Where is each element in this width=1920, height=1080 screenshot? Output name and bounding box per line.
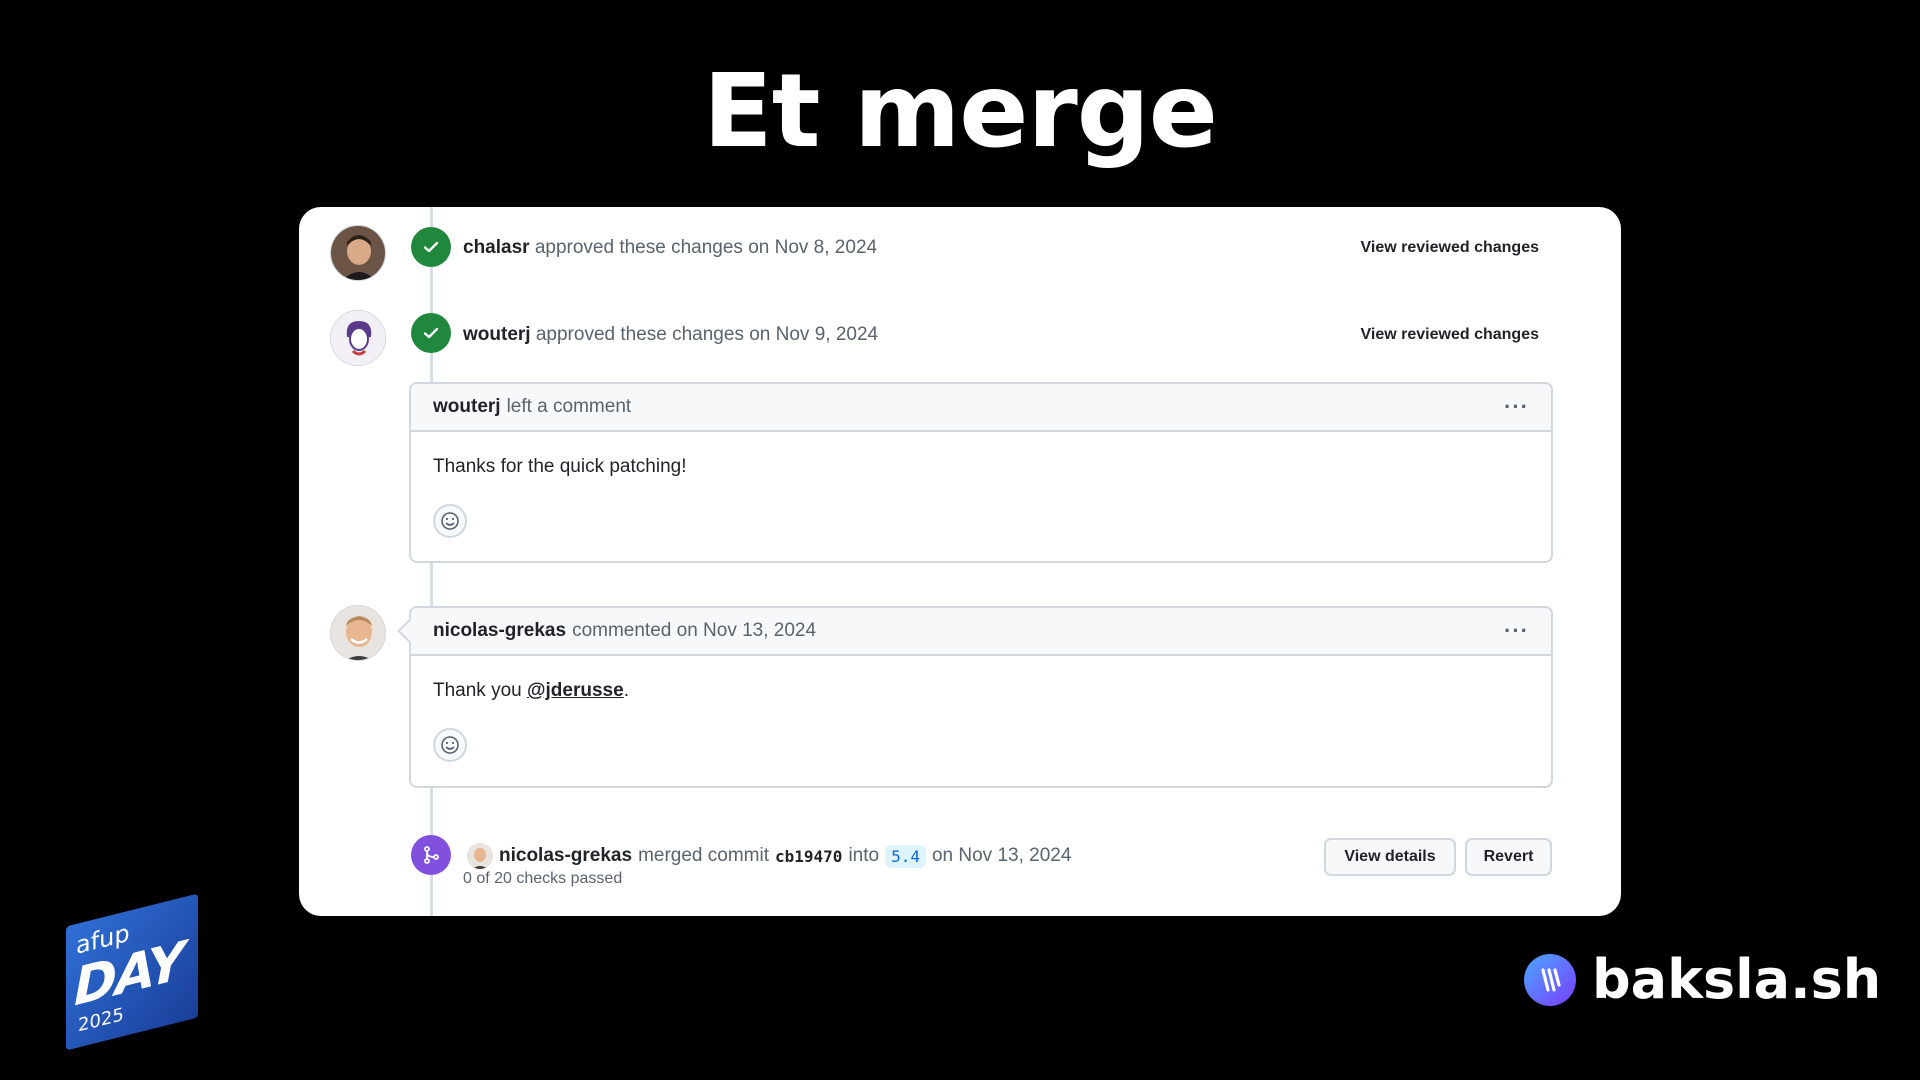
branch-label[interactable]: 5.4 <box>885 844 926 868</box>
review-comment: wouterj left a comment ··· Thanks for th… <box>409 382 1553 563</box>
slide-title: Et merge <box>703 52 1218 171</box>
event-action: approved these changes on Nov 9, 2024 <box>535 324 879 345</box>
comment-meta: commented on Nov 13, 2024 <box>572 620 817 641</box>
merge-user-link[interactable]: nicolas-grekas <box>499 845 632 867</box>
approved-check-icon <box>411 313 451 353</box>
more-options-icon[interactable]: ··· <box>1504 394 1529 420</box>
avatar-nicolas-grekas[interactable] <box>330 605 386 661</box>
avatar-small-nicolas-grekas[interactable] <box>467 843 493 869</box>
comment-author[interactable]: nicolas-grekas <box>433 620 566 642</box>
merge-date: on Nov 13, 2024 <box>931 845 1072 866</box>
pr-timeline-panel: chalasr approved these changes on Nov 8,… <box>299 207 1621 916</box>
avatar-chalasr[interactable] <box>330 225 386 281</box>
event-user-link[interactable]: chalasr <box>463 237 530 258</box>
merge-action: merged commit <box>638 845 769 866</box>
revert-button[interactable]: Revert <box>1465 838 1552 876</box>
baksla-logo: baksla.sh <box>1524 948 1881 1011</box>
commit-sha-link[interactable]: cb19470 <box>775 847 842 866</box>
more-options-icon[interactable]: ··· <box>1504 618 1529 644</box>
add-reaction-smiley-icon[interactable] <box>433 504 467 538</box>
comment-text: Thank you <box>433 680 527 701</box>
view-reviewed-changes-link[interactable]: View reviewed changes <box>1361 326 1539 344</box>
add-reaction-smiley-icon[interactable] <box>433 728 467 762</box>
avatar-wouterj[interactable] <box>330 310 386 366</box>
merge-event: nicolas-grekas merged commit cb19470 int… <box>467 843 1071 869</box>
approval-event: chalasr approved these changes on Nov 8,… <box>463 237 877 259</box>
comment-meta: left a comment <box>506 396 632 417</box>
baksla-text: baksla.sh <box>1592 948 1882 1011</box>
approval-event: wouterj approved these changes on Nov 9,… <box>463 324 878 346</box>
comment-text-end: . <box>623 680 629 701</box>
view-reviewed-changes-link[interactable]: View reviewed changes <box>1361 239 1539 257</box>
merged-icon <box>411 835 451 875</box>
baksla-mark-icon <box>1524 953 1576 1006</box>
issue-comment: nicolas-grekas commented on Nov 13, 2024… <box>397 606 1553 788</box>
view-details-button[interactable]: View details <box>1324 838 1456 876</box>
comment-body: Thank you @jderusse. <box>411 656 1551 702</box>
comment-author[interactable]: wouterj <box>433 396 501 418</box>
comment-header: nicolas-grekas commented on Nov 13, 2024… <box>411 608 1551 656</box>
afup-day-logo: afup DAY 2025 <box>66 893 198 1051</box>
merge-into: into <box>848 845 880 866</box>
approved-check-icon <box>411 227 451 267</box>
event-action: approved these changes on Nov 8, 2024 <box>534 237 878 258</box>
comment-header: wouterj left a comment ··· <box>411 384 1551 432</box>
checks-status[interactable]: 0 of 20 checks passed <box>463 870 622 888</box>
user-mention-link[interactable]: @jderusse <box>527 680 624 701</box>
comment-body: Thanks for the quick patching! <box>433 456 687 477</box>
event-user-link[interactable]: wouterj <box>463 324 531 345</box>
